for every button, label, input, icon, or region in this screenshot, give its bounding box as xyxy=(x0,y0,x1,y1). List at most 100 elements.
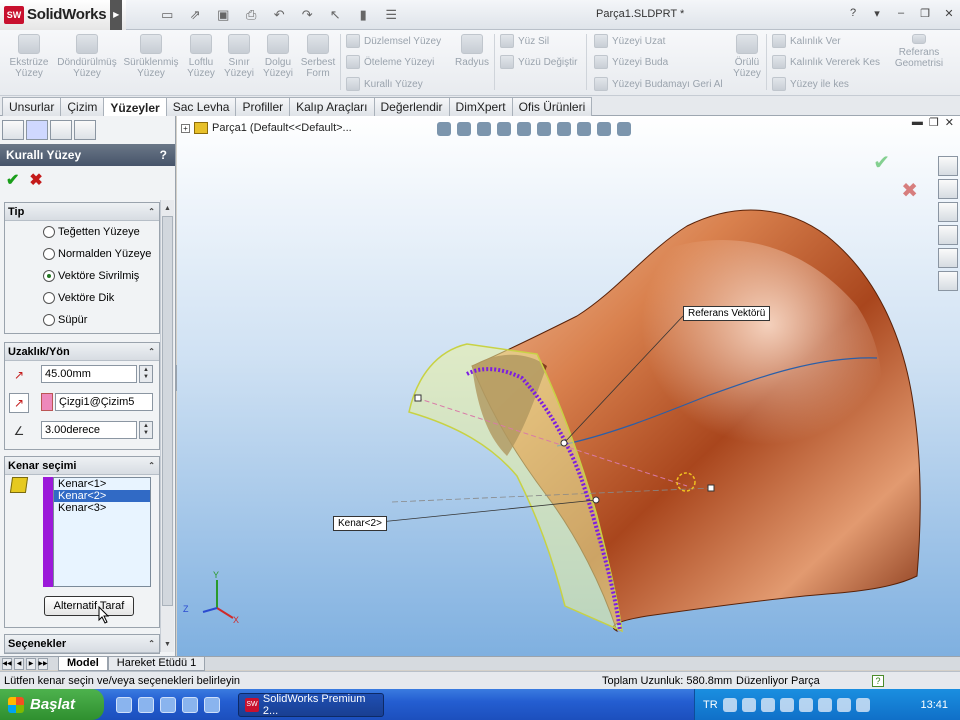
filled-surface-button[interactable]: Dolgu Yüzeyi xyxy=(260,34,296,79)
property-manager-tab-icon[interactable] xyxy=(26,120,48,140)
edge-list[interactable]: Kenar<1> Kenar<2> Kenar<3> xyxy=(53,477,151,587)
quicklaunch-opera-icon[interactable] xyxy=(160,696,176,713)
collapse-icon[interactable]: ⌃ xyxy=(148,347,155,356)
tab-office-products[interactable]: Ofis Ürünleri xyxy=(511,97,593,116)
radio-tapered-to-vector[interactable]: Vektöre Sivrilmiş xyxy=(5,265,159,287)
edge-callout[interactable]: Kenar<2> xyxy=(333,516,387,531)
dropdown-icon[interactable]: ▾ xyxy=(870,6,884,20)
list-item[interactable]: Kenar<3> xyxy=(54,502,150,514)
tab-sheet-metal[interactable]: Sac Levha xyxy=(165,97,237,116)
point-handle[interactable] xyxy=(560,439,568,447)
reverse-direction-icon[interactable]: ↗ xyxy=(9,393,29,413)
scroll-thumb[interactable] xyxy=(162,216,173,606)
graphics-area[interactable]: + Parça1 (Default<<Default>... ▬ ❐ ✕ ✔ ✖ xyxy=(177,116,960,656)
knit-surface-button[interactable]: Örülü Yüzey xyxy=(730,34,764,79)
rebuild-icon[interactable]: ▮ xyxy=(352,6,374,24)
boundary-surface-button[interactable]: Sınır Yüzeyi xyxy=(222,34,256,79)
radio-sweep[interactable]: Süpür xyxy=(5,309,159,331)
vector-end-handle[interactable] xyxy=(707,484,715,492)
collapse-icon[interactable]: ⌃ xyxy=(148,207,155,216)
collapse-icon[interactable]: ⌃ xyxy=(148,639,155,648)
configuration-manager-tab-icon[interactable] xyxy=(50,120,72,140)
scroll-up-icon[interactable]: ▲ xyxy=(162,202,173,214)
ok-button[interactable]: ✔ xyxy=(6,170,19,190)
model-3d[interactable]: Y X Z xyxy=(177,116,960,656)
alternate-side-button[interactable]: Alternatif Taraf xyxy=(44,596,134,616)
tray-icon[interactable] xyxy=(836,697,851,712)
restore-icon[interactable]: ❐ xyxy=(918,6,932,20)
select-arrow-icon[interactable]: ↖ xyxy=(324,6,346,24)
tray-icon[interactable] xyxy=(798,697,813,712)
freeform-button[interactable]: Serbest Form xyxy=(300,34,336,79)
feature-tree-tab-icon[interactable] xyxy=(2,120,24,140)
next-tab-icon[interactable]: ▶ xyxy=(26,657,36,670)
extruded-surface-button[interactable]: Ekstrüze Yüzey xyxy=(8,34,50,79)
thickened-cut-button[interactable]: Kalınlık Vererek Kes xyxy=(772,53,880,71)
untrim-surface-button[interactable]: Yüzeyi Budamayı Geri Al xyxy=(594,75,723,93)
open-document-icon[interactable]: ⇗ xyxy=(184,6,206,24)
radio-tangent-to-surface[interactable]: Teğetten Yüzeye xyxy=(5,221,159,243)
ruled-surface-button[interactable]: Kurallı Yüzey xyxy=(346,75,423,93)
planar-surface-button[interactable]: Düzlemsel Yüzey xyxy=(346,32,441,50)
radio-button[interactable] xyxy=(43,292,55,304)
minimize-icon[interactable]: – xyxy=(894,6,908,20)
new-document-icon[interactable]: ▭ xyxy=(156,6,178,24)
type-group-header[interactable]: Tip ⌃ xyxy=(5,203,159,221)
lofted-surface-button[interactable]: Loftlu Yüzey xyxy=(184,34,218,79)
prev-tab-icon[interactable]: ◀ xyxy=(14,657,24,670)
extend-surface-button[interactable]: Yüzeyi Uzat xyxy=(594,32,665,50)
tab-weldments[interactable]: Profiller xyxy=(235,97,291,116)
help-button[interactable]: ? xyxy=(160,148,167,162)
replace-face-button[interactable]: Yüzü Değiştir xyxy=(500,53,577,71)
fillet-radius-button[interactable]: Radyus xyxy=(452,34,492,68)
tab-surfaces[interactable]: Yüzeyler xyxy=(103,97,167,117)
undo-icon[interactable]: ↶ xyxy=(268,6,290,24)
swept-surface-button[interactable]: Sürüklenmiş Yüzey xyxy=(122,34,180,79)
angle-spinner[interactable]: ▲ ▼ xyxy=(139,421,153,439)
panel-scrollbar[interactable]: ▲ ▼ xyxy=(160,200,174,652)
radio-normal-to-surface[interactable]: Normalden Yüzeye xyxy=(5,243,159,265)
start-handle[interactable] xyxy=(414,394,422,402)
reference-vector-field[interactable]: Çizgi1@Çizim5 xyxy=(55,393,153,411)
save-icon[interactable]: ▣ xyxy=(212,6,234,24)
quicklaunch-messenger-icon[interactable] xyxy=(204,696,220,713)
radio-button[interactable] xyxy=(43,226,55,238)
thicken-button[interactable]: Kalınlık Ver xyxy=(772,32,841,50)
help-icon[interactable]: ? xyxy=(846,6,860,20)
last-tab-icon[interactable]: ▶▶ xyxy=(38,657,48,670)
redo-icon[interactable]: ↷ xyxy=(296,6,318,24)
print-icon[interactable]: ⎙ xyxy=(240,6,262,24)
point-handle[interactable] xyxy=(592,496,600,504)
quicklaunch-firefox-icon[interactable] xyxy=(182,696,198,713)
collapse-icon[interactable]: ⌃ xyxy=(148,461,155,470)
quicklaunch-media-icon[interactable] xyxy=(138,696,154,713)
cancel-button[interactable]: ✖ xyxy=(29,170,42,190)
delete-face-button[interactable]: Yüz Sil xyxy=(500,32,549,50)
status-help-icon[interactable]: ? xyxy=(872,674,884,687)
tray-icon[interactable] xyxy=(722,697,737,712)
distance-input[interactable]: 45.00mm xyxy=(41,365,137,383)
first-tab-icon[interactable]: ◀◀ xyxy=(2,657,12,670)
tab-features[interactable]: Unsurlar xyxy=(2,97,62,116)
close-icon[interactable]: ✕ xyxy=(942,6,956,20)
list-item[interactable]: Kenar<1> xyxy=(54,478,150,490)
tab-evaluate[interactable]: Değerlendir xyxy=(373,97,450,116)
menu-expand-arrow-icon[interactable]: ▶ xyxy=(110,0,123,30)
radio-perpendicular-to-vector[interactable]: Vektöre Dik xyxy=(5,287,159,309)
tab-dimxpert[interactable]: DimXpert xyxy=(448,97,513,116)
radio-button[interactable] xyxy=(43,314,55,326)
tab-sketch[interactable]: Çizim xyxy=(60,97,105,116)
tray-icon[interactable] xyxy=(760,697,775,712)
trim-surface-button[interactable]: Yüzeyi Buda xyxy=(594,53,668,71)
tray-icon[interactable] xyxy=(817,697,832,712)
taskbar-solidworks-button[interactable]: SW SolidWorks Premium 2... xyxy=(238,692,384,717)
reference-vector-callout[interactable]: Referans Vektörü xyxy=(683,306,771,321)
start-button[interactable]: Başlat xyxy=(0,689,104,720)
tab-model[interactable]: Model xyxy=(58,656,108,671)
tray-icon[interactable] xyxy=(855,697,870,712)
language-indicator[interactable]: TR xyxy=(703,699,718,711)
tray-icon[interactable] xyxy=(779,697,794,712)
edge-group-header[interactable]: Kenar seçimi ⌃ xyxy=(5,457,159,475)
distance-group-header[interactable]: Uzaklık/Yön ⌃ xyxy=(5,343,159,361)
scroll-down-icon[interactable]: ▼ xyxy=(162,638,173,650)
